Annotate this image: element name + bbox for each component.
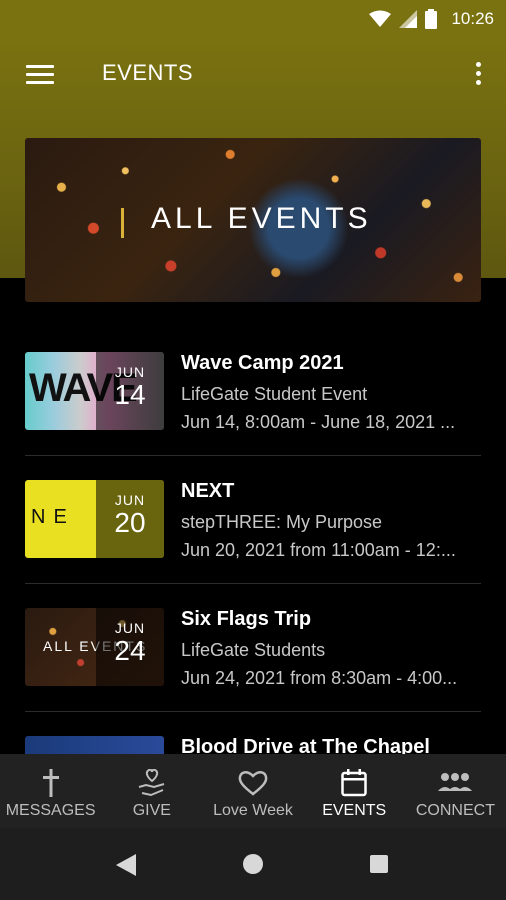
banner-accent-bar [121, 208, 124, 238]
heart-icon [202, 768, 303, 798]
list-item[interactable]: NE JUN 20 NEXT stepTHREE: My Purpose Jun… [25, 456, 481, 584]
nav-label: MESSAGES [5, 802, 96, 819]
cross-icon [0, 768, 101, 798]
page-title: EVENTS [102, 60, 194, 85]
nav-give[interactable]: GIVE [101, 754, 202, 828]
event-thumbnail: NE JUN 20 [25, 480, 164, 558]
event-date: Jun 20, 2021 from 11:00am - 12:... [181, 540, 456, 560]
event-subtitle: LifeGate Students [181, 640, 326, 660]
calendar-icon [304, 768, 405, 798]
thumbnail-text: NE [31, 506, 75, 528]
home-icon[interactable] [243, 854, 263, 874]
date-month: JUN [114, 492, 146, 508]
nav-label: GIVE [132, 802, 171, 819]
back-icon[interactable] [116, 854, 136, 876]
people-icon [405, 768, 506, 798]
status-time: 10:26 [451, 9, 494, 28]
nav-love-week[interactable]: Love Week [202, 754, 303, 828]
event-date: Jun 14, 8:00am - June 18, 2021 ... [181, 412, 456, 432]
nav-label: Love Week [213, 802, 293, 819]
event-date: Jun 24, 2021 from 8:30am - 4:00... [181, 668, 458, 688]
recent-apps-icon[interactable] [370, 855, 388, 873]
give-hand-heart-icon [101, 768, 202, 798]
nav-events[interactable]: EVENTS [304, 754, 405, 828]
nav-connect[interactable]: CONNECT [405, 754, 506, 828]
event-thumbnail: WAVE JUN 14 [25, 352, 164, 430]
date-badge: JUN 14 [96, 352, 164, 430]
more-vert-icon[interactable] [474, 62, 482, 88]
nav-messages[interactable]: MESSAGES [0, 754, 101, 828]
system-navigation-bar [0, 828, 506, 900]
hamburger-icon[interactable] [26, 65, 54, 85]
all-events-banner[interactable]: ALL EVENTS [25, 138, 481, 302]
signal-icon [399, 10, 418, 28]
wifi-icon [369, 10, 392, 27]
date-badge: JUN 20 [96, 480, 164, 558]
status-bar: 10:26 [0, 0, 506, 38]
date-day: 14 [114, 379, 146, 410]
date-badge: JUN 24 [96, 608, 164, 686]
nav-label: CONNECT [415, 802, 495, 819]
date-day: 24 [114, 635, 146, 666]
list-item[interactable]: ALL EVENTS JUN 24 Six Flags Trip LifeGat… [25, 584, 481, 712]
event-title: NEXT [181, 480, 235, 502]
nav-label: EVENTS [322, 802, 387, 819]
event-subtitle: LifeGate Student Event [181, 384, 368, 404]
app-bar: EVENTS [0, 38, 506, 110]
bottom-navigation: MESSAGES GIVE Love Week EVENTS CONNECT [0, 754, 506, 828]
event-subtitle: stepTHREE: My Purpose [181, 512, 383, 532]
date-month: JUN [114, 364, 146, 380]
battery-icon [425, 9, 438, 29]
list-item[interactable]: WAVE JUN 14 Wave Camp 2021 LifeGate Stud… [25, 328, 481, 456]
event-thumbnail: ALL EVENTS JUN 24 [25, 608, 164, 686]
event-title: Six Flags Trip [181, 608, 312, 630]
event-title: Wave Camp 2021 [181, 352, 344, 374]
banner-text: ALL EVENTS [151, 202, 372, 235]
date-day: 20 [114, 507, 146, 538]
date-month: JUN [114, 620, 146, 636]
